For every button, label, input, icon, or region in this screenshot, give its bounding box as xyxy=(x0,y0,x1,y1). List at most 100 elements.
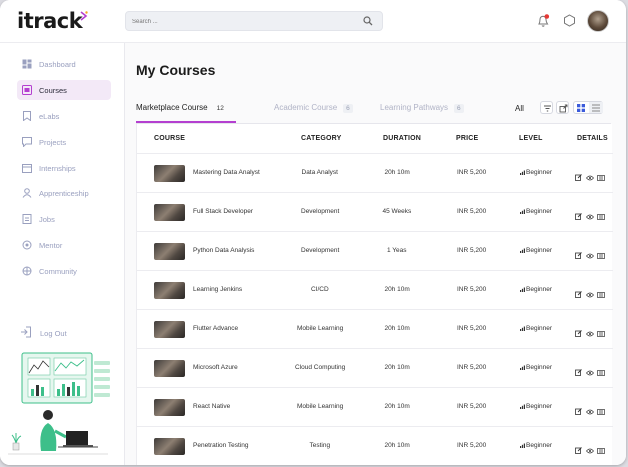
course-name[interactable]: Learning Jenkins xyxy=(193,286,242,293)
tab-learning-pathways[interactable]: Learning Pathways 6 xyxy=(380,103,464,113)
messages-icon[interactable] xyxy=(563,14,576,27)
details-icon[interactable] xyxy=(597,246,605,264)
course-name[interactable]: React Native xyxy=(193,403,230,410)
sidebar-item-courses[interactable]: Courses xyxy=(17,80,111,100)
level-bars-icon xyxy=(520,326,525,331)
course-duration: 20h 10m xyxy=(384,364,410,371)
search-icon[interactable] xyxy=(363,16,373,26)
view-icon[interactable] xyxy=(586,285,594,303)
edit-icon[interactable] xyxy=(575,441,582,459)
view-icon[interactable] xyxy=(586,363,594,381)
sidebar-item-community[interactable]: Community xyxy=(17,261,111,281)
user-avatar[interactable] xyxy=(587,10,609,32)
course-thumbnail[interactable] xyxy=(154,321,185,338)
sidebar-item-label: Apprenticeship xyxy=(39,189,89,198)
apprenticeship-icon xyxy=(22,188,32,198)
course-level: Beginner xyxy=(520,403,552,410)
sidebar-item-projects[interactable]: Projects xyxy=(17,132,111,152)
sidebar-item-apprenticeship[interactable]: Apprenticeship xyxy=(17,183,111,203)
edit-icon[interactable] xyxy=(575,402,582,420)
details-icon[interactable] xyxy=(597,402,605,420)
course-price: INR 5,200 xyxy=(457,442,487,449)
course-name[interactable]: Flutter Advance xyxy=(193,325,238,332)
sidebar-item-internships[interactable]: Internships xyxy=(17,158,111,178)
view-icon[interactable] xyxy=(586,402,594,420)
table-row[interactable]: React Native Mobile Learning 20h 10m INR 5,… xyxy=(137,387,613,426)
course-name[interactable]: Mastering Data Analyst xyxy=(193,169,260,176)
details-icon[interactable] xyxy=(597,324,605,342)
edit-icon[interactable] xyxy=(575,324,582,342)
table-row[interactable]: Flutter Advance Mobile Learning 20h 10m INR… xyxy=(137,309,613,348)
logo[interactable]: itrack xyxy=(17,9,83,33)
sidebar-item-label: eLabs xyxy=(39,112,60,121)
details-icon[interactable] xyxy=(597,363,605,381)
table-row[interactable]: Penetration Testing Testing 20h 10m INR 5,2… xyxy=(137,426,613,465)
edit-icon[interactable] xyxy=(575,207,582,225)
table-row[interactable]: Learning Jenkins CI/CD 20h 10m INR 5,200 Beg… xyxy=(137,270,613,309)
analytics-illustration xyxy=(8,352,110,455)
table-row[interactable]: Mastering Data Analyst Data Analyst 20h 10… xyxy=(137,153,613,192)
level-label: Beginner xyxy=(526,364,553,371)
tab-marketplace-course[interactable]: Marketplace Course 12 xyxy=(136,103,227,113)
edit-icon[interactable] xyxy=(575,285,582,303)
page-title: My Courses xyxy=(136,62,216,78)
jobs-icon xyxy=(22,214,32,224)
edit-icon[interactable] xyxy=(575,168,582,186)
course-name[interactable]: Penetration Testing xyxy=(193,442,249,449)
filter-all-label[interactable]: All xyxy=(515,104,524,113)
sidebar-item-label: Courses xyxy=(39,86,67,95)
table-row[interactable]: Python Data Analysis Development 1 Yeas INR… xyxy=(137,231,613,270)
tab-count: 6 xyxy=(343,104,353,113)
view-icon[interactable] xyxy=(586,207,594,225)
details-icon[interactable] xyxy=(597,285,605,303)
details-icon[interactable] xyxy=(597,168,605,186)
notification-bell-icon[interactable] xyxy=(537,14,550,28)
course-name[interactable]: Full Stack Developer xyxy=(193,208,253,215)
course-thumbnail[interactable] xyxy=(154,165,185,182)
search-bar[interactable] xyxy=(125,11,383,31)
level-bars-icon xyxy=(520,287,525,292)
course-category: Data Analyst xyxy=(301,169,339,176)
course-level: Beginner xyxy=(520,247,552,254)
level-bars-icon xyxy=(520,170,525,175)
view-icon[interactable] xyxy=(586,246,594,264)
sidebar-item-dashboard[interactable]: Dashboard xyxy=(17,54,111,74)
table-row[interactable]: Microsoft Azure Cloud Computing 20h 10m INR… xyxy=(137,348,613,387)
search-input[interactable] xyxy=(132,14,352,29)
course-thumbnail[interactable] xyxy=(154,360,185,377)
edit-icon[interactable] xyxy=(575,363,582,381)
course-thumbnail[interactable] xyxy=(154,204,185,221)
edit-icon[interactable] xyxy=(575,246,582,264)
level-bars-icon xyxy=(520,248,525,253)
view-icon[interactable] xyxy=(586,168,594,186)
course-thumbnail[interactable] xyxy=(154,243,185,260)
view-icon[interactable] xyxy=(586,441,594,459)
sidebar-item-jobs[interactable]: Jobs xyxy=(17,209,111,229)
details-icon[interactable] xyxy=(597,441,605,459)
tab-count: 12 xyxy=(216,105,224,112)
table-row[interactable]: Full Stack Developer Development 45 Weeks I… xyxy=(137,192,613,231)
level-label: Beginner xyxy=(526,247,553,254)
app-window: itrack Dashboard Course xyxy=(0,0,626,465)
grid-icon xyxy=(577,104,585,112)
filter-button[interactable] xyxy=(540,101,553,114)
course-thumbnail[interactable] xyxy=(154,282,185,299)
grid-view-button[interactable] xyxy=(574,102,588,113)
sidebar-item-mentor[interactable]: Mentor xyxy=(17,235,111,255)
course-price: INR 5,200 xyxy=(457,286,487,293)
course-name[interactable]: Microsoft Azure xyxy=(193,364,238,371)
list-view-button[interactable] xyxy=(589,102,603,113)
course-thumbnail[interactable] xyxy=(154,438,185,455)
logout-button[interactable]: Log Out xyxy=(20,326,67,340)
tab-academic-course[interactable]: Academic Course 6 xyxy=(274,103,353,113)
course-name[interactable]: Python Data Analysis xyxy=(193,247,254,254)
details-icon[interactable] xyxy=(597,207,605,225)
sidebar-item-label: Dashboard xyxy=(39,60,76,69)
sidebar-item-elabs[interactable]: eLabs xyxy=(17,106,111,126)
view-icon[interactable] xyxy=(586,324,594,342)
sidebar-item-label: Community xyxy=(39,267,77,276)
course-category: Mobile Learning xyxy=(297,325,344,332)
course-thumbnail[interactable] xyxy=(154,399,185,416)
sidebar: Dashboard Courses eLabs Projects Interns… xyxy=(0,43,125,465)
export-button[interactable] xyxy=(556,101,569,114)
